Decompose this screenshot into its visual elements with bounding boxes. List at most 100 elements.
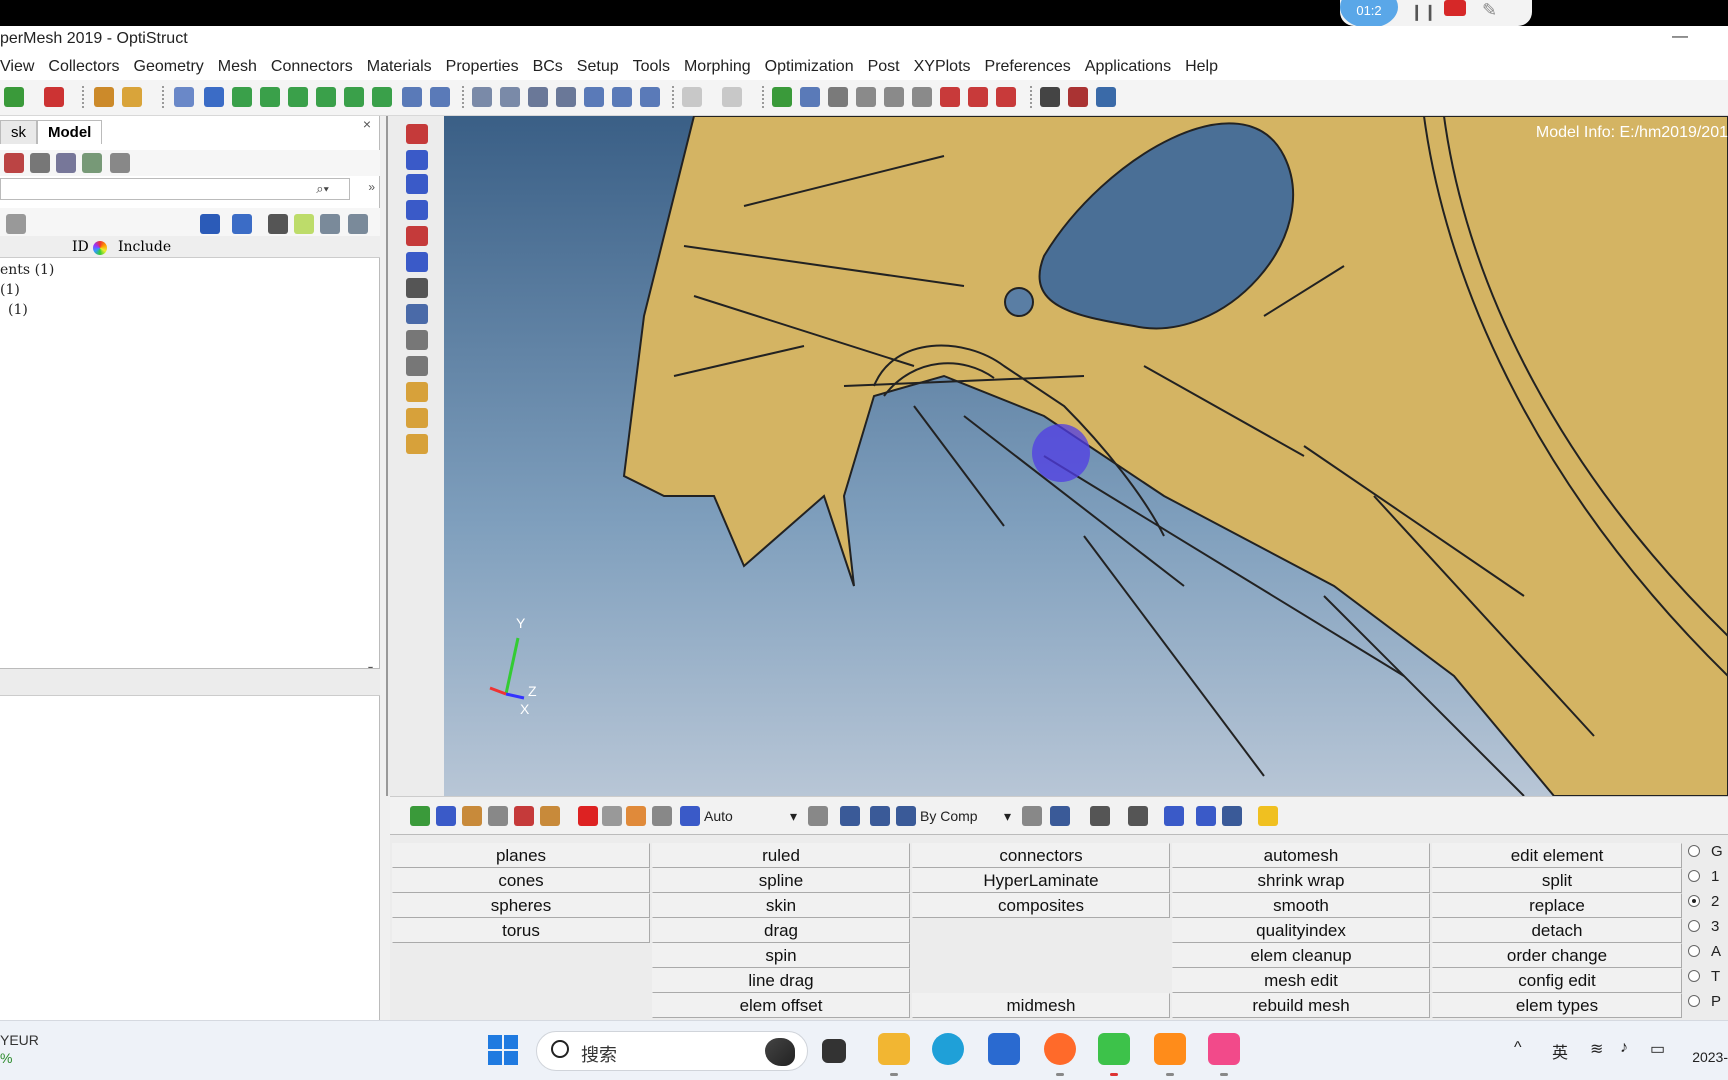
mesh-edit-button[interactable]: mesh edit: [1172, 968, 1430, 993]
reveal-icon[interactable]: [996, 87, 1016, 107]
connector-tool-icon[interactable]: [406, 278, 428, 298]
tree-row[interactable]: (1): [0, 282, 20, 298]
connectors-button[interactable]: connectors: [912, 843, 1170, 868]
find-icon[interactable]: [174, 87, 194, 107]
firefox-icon[interactable]: [1044, 1033, 1076, 1065]
open-folder-icon[interactable]: [122, 87, 142, 107]
tree-row[interactable]: ents (1): [0, 262, 54, 278]
battery-icon[interactable]: ▭: [1650, 1039, 1665, 1059]
groups-icon[interactable]: [462, 806, 482, 826]
menu-help[interactable]: Help: [1185, 54, 1218, 80]
windows-start-icon[interactable]: [488, 1035, 518, 1065]
ruled-button[interactable]: ruled: [652, 843, 910, 868]
planes-button[interactable]: planes: [392, 843, 650, 868]
delete-icon[interactable]: [578, 806, 598, 826]
menu-connectors[interactable]: Connectors: [271, 54, 353, 80]
radio-geom[interactable]: G: [1688, 843, 1723, 860]
property-icon[interactable]: [56, 153, 76, 173]
fit-icon[interactable]: [472, 87, 492, 107]
chevron-up-icon[interactable]: ^: [1514, 1039, 1522, 1057]
table-icon[interactable]: [1096, 87, 1116, 107]
sum-icon[interactable]: [1040, 87, 1060, 107]
menu-materials[interactable]: Materials: [367, 54, 432, 80]
geometry-color-icon[interactable]: [680, 806, 700, 826]
menu-tools[interactable]: Tools: [633, 54, 670, 80]
mesh-lines-icon[interactable]: [1022, 806, 1042, 826]
expand-icon[interactable]: »: [368, 180, 375, 194]
store-icon[interactable]: [988, 1033, 1020, 1065]
pen-icon[interactable]: ✎: [1482, 0, 1497, 21]
iso-view-icon[interactable]: [402, 87, 422, 107]
sum-detail-icon[interactable]: [1068, 87, 1088, 107]
pan-icon[interactable]: [556, 87, 576, 107]
radio-1d[interactable]: 1: [1688, 868, 1719, 885]
layers-icon[interactable]: [436, 806, 456, 826]
tab-mask[interactable]: sk: [0, 120, 37, 144]
spline-button[interactable]: spline: [652, 868, 910, 893]
set-tool-icon[interactable]: [406, 434, 428, 454]
pause-icon[interactable]: ❙❙: [1410, 2, 1437, 22]
bilibili-icon[interactable]: [1208, 1033, 1240, 1065]
elements-tool-icon[interactable]: [406, 150, 428, 170]
menu-morphing[interactable]: Morphing: [684, 54, 751, 80]
lines-tool-icon[interactable]: [406, 200, 428, 220]
tag-tool-icon[interactable]: [406, 382, 428, 402]
menu-setup[interactable]: Setup: [577, 54, 619, 80]
line-drag-button[interactable]: line drag: [652, 968, 910, 993]
mask-icon[interactable]: [968, 87, 988, 107]
spin-button[interactable]: spin: [652, 943, 910, 968]
chevron-down-icon[interactable]: ▾: [1004, 808, 1011, 825]
group-tool-icon[interactable]: [406, 408, 428, 428]
radio-tool[interactable]: T: [1688, 968, 1720, 985]
radio-post[interactable]: P: [1688, 993, 1721, 1010]
search-icon[interactable]: ⌕▾: [316, 181, 329, 197]
menu-bcs[interactable]: BCs: [533, 54, 563, 80]
monitor-icon[interactable]: [1222, 806, 1242, 826]
composites-button[interactable]: composites: [912, 893, 1170, 918]
filter-icon[interactable]: [110, 153, 130, 173]
spheres-button[interactable]: spheres: [392, 893, 650, 918]
shaded-display-icon[interactable]: [840, 806, 860, 826]
app-orange-icon[interactable]: [1154, 1033, 1186, 1065]
radio-3d[interactable]: 3: [1688, 918, 1719, 935]
pointer-icon[interactable]: [268, 214, 288, 234]
menu-xyplots[interactable]: XYPlots: [914, 54, 971, 80]
isolate-entities-icon[interactable]: [626, 806, 646, 826]
display-mode-icon[interactable]: [200, 214, 220, 234]
edit-element-button[interactable]: edit element: [1432, 843, 1682, 868]
stop-recording-icon[interactable]: [1444, 0, 1466, 16]
measure-icon[interactable]: [772, 87, 792, 107]
replace-button[interactable]: replace: [1432, 893, 1682, 918]
column-include[interactable]: Include: [118, 239, 171, 255]
user-profile-icon[interactable]: [94, 87, 114, 107]
tree-icon[interactable]: [6, 214, 26, 234]
weather-widget[interactable]: YEUR %: [0, 1031, 39, 1067]
bottle-icon[interactable]: [828, 87, 848, 107]
menu-view[interactable]: View: [0, 54, 34, 80]
graphics-viewport[interactable]: Model Info: E:/hm2019/201 Y Z X: [444, 116, 1728, 796]
redo-icon[interactable]: [722, 87, 742, 107]
undo-icon[interactable]: [682, 87, 702, 107]
shade-mode-icon[interactable]: [232, 214, 252, 234]
radio-analysis[interactable]: A: [1688, 943, 1721, 960]
color-mode-dropdown[interactable]: By Comp: [920, 808, 978, 824]
elem-cleanup-button[interactable]: elem cleanup: [1172, 943, 1430, 968]
prev-icon[interactable]: [204, 87, 224, 107]
split-button[interactable]: split: [1432, 868, 1682, 893]
rotate-icon[interactable]: [640, 87, 660, 107]
task-view-icon[interactable]: [822, 1039, 846, 1063]
plane-icon[interactable]: [1128, 806, 1148, 826]
line-icon[interactable]: [1090, 806, 1110, 826]
zoom-icon[interactable]: [500, 87, 520, 107]
elements-icon[interactable]: [940, 87, 960, 107]
radio-2d[interactable]: 2: [1688, 893, 1719, 910]
detach-button[interactable]: detach: [1432, 918, 1682, 943]
file-explorer-icon[interactable]: [878, 1033, 910, 1065]
wireframe-box-icon[interactable]: [856, 87, 876, 107]
tab-model[interactable]: Model: [37, 120, 103, 144]
ime-indicator[interactable]: 英: [1552, 1039, 1568, 1063]
smooth-button[interactable]: smooth: [1172, 893, 1430, 918]
show-icon[interactable]: [320, 214, 340, 234]
wechat-icon[interactable]: [1098, 1033, 1130, 1065]
nodes-tool-icon[interactable]: [406, 226, 428, 246]
